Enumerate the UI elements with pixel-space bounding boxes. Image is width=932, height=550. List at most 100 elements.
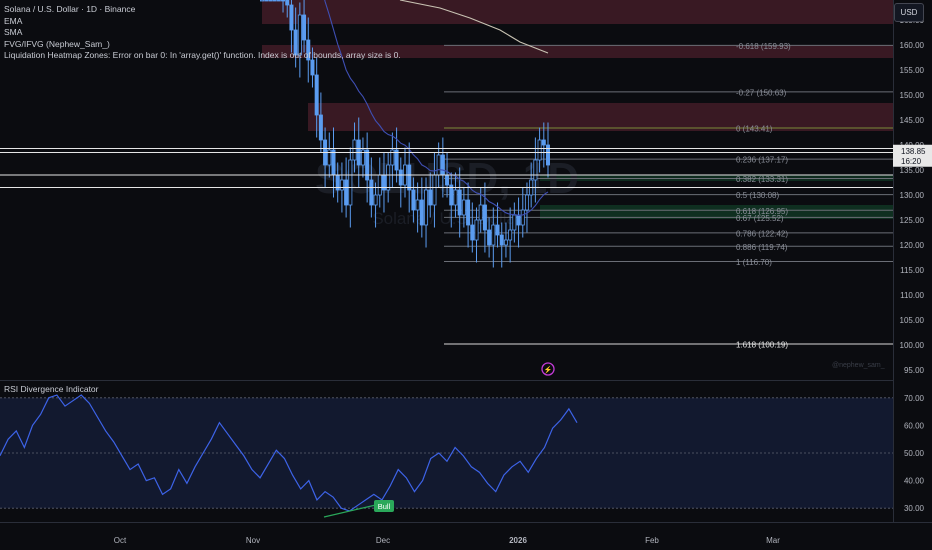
alert-icon: ⚡: [544, 365, 553, 374]
candle: [533, 159, 538, 181]
time-axis-label: Dec: [376, 536, 390, 545]
rsi-tick-label: 30.00: [904, 504, 925, 513]
candle: [516, 214, 521, 226]
price-tick-label: 95.00: [904, 366, 925, 375]
watermark-name: Solana / U.S. Dollar: [372, 209, 522, 228]
fib-level-label: -0.27 (150.63): [736, 88, 787, 97]
candle: [344, 179, 349, 206]
candle: [377, 174, 382, 196]
candle: [369, 179, 374, 206]
time-axis-label: 2026: [509, 536, 527, 545]
price-tick-label: 115.00: [900, 266, 924, 275]
fib-level-label: 1 (116.70): [736, 258, 772, 267]
rsi-indicator-title[interactable]: RSI Divergence Indicator: [4, 384, 99, 394]
price-tick-label: 100.00: [900, 341, 925, 350]
candle: [440, 154, 445, 176]
candle: [314, 74, 319, 116]
candle: [495, 224, 500, 236]
candle: [276, 0, 281, 2]
candle: [541, 139, 546, 146]
candle: [466, 199, 471, 226]
candle: [428, 189, 433, 206]
candle: [407, 164, 412, 191]
chart-legend: Solana / U.S. Dollar · 1D · Binance EMA …: [4, 4, 401, 62]
candle: [537, 139, 542, 161]
rsi-tick-label: 40.00: [904, 477, 925, 486]
candle: [419, 199, 424, 226]
countdown-label: 16:20: [901, 157, 922, 166]
candle: [339, 179, 344, 191]
price-tick-label: 110.00: [900, 291, 924, 300]
price-axis-bg: [893, 0, 932, 550]
legend-heatmap-error[interactable]: Liquidation Heatmap Zones: Error on bar …: [4, 50, 401, 62]
time-axis-label: Mar: [766, 536, 780, 545]
price-tick-label: 105.00: [900, 316, 925, 325]
candle: [499, 234, 504, 246]
author-credit: @nephew_sam_: [832, 362, 885, 369]
bull-label: Bull: [378, 502, 391, 511]
candle: [268, 0, 273, 2]
candle: [318, 114, 323, 141]
price-tick-label: 160.00: [900, 41, 925, 50]
fib-level-label: 0.886 (119.74): [736, 243, 788, 252]
fib-level-label: 0.5 (130.08): [736, 191, 779, 200]
candle: [478, 204, 483, 221]
candle: [474, 219, 479, 241]
candle: [415, 199, 420, 211]
candle: [503, 239, 508, 246]
price-tick-label: 155.00: [900, 66, 925, 75]
candle: [386, 164, 391, 191]
candle: [310, 59, 315, 76]
fib-level-label: 1.618 (100.19): [736, 341, 788, 350]
candle: [272, 0, 277, 2]
candle: [457, 189, 462, 216]
candle: [424, 189, 429, 226]
candle: [461, 199, 466, 216]
candle: [524, 194, 529, 211]
fib-level-label: 0.236 (137.17): [736, 156, 788, 165]
candle: [373, 194, 378, 206]
candle: [482, 204, 487, 231]
candle: [259, 0, 264, 2]
price-tick-label: 145.00: [900, 116, 925, 125]
time-axis-label: Feb: [645, 536, 659, 545]
candle: [508, 229, 513, 241]
candle: [491, 224, 496, 246]
fib-level-label: 0.382 (133.31): [736, 175, 788, 184]
candle: [432, 174, 437, 206]
candle: [331, 149, 336, 176]
legend-sma[interactable]: SMA: [4, 27, 401, 39]
candle: [281, 0, 286, 2]
legend-symbol[interactable]: Solana / U.S. Dollar · 1D · Binance: [4, 4, 401, 16]
current-price-label: 138.85: [901, 147, 926, 156]
fib-level-label: 0.67 (125.52): [736, 214, 784, 223]
currency-button[interactable]: USD: [894, 3, 924, 22]
price-tick-label: 125.00: [900, 216, 925, 225]
candle: [453, 189, 458, 206]
price-tick-label: 130.00: [900, 191, 925, 200]
fib-level-label: 0 (143.41): [736, 124, 773, 133]
price-tick-label: 120.00: [900, 241, 925, 250]
legend-ema[interactable]: EMA: [4, 16, 401, 28]
candle: [411, 189, 416, 211]
candle: [512, 214, 517, 231]
candle: [445, 174, 450, 186]
legend-fvg[interactable]: FVG/IFVG (Nephew_Sam_): [4, 39, 401, 51]
price-tick-label: 150.00: [900, 91, 925, 100]
candle: [520, 209, 525, 226]
fib-level-label: 0.786 (122.42): [736, 229, 788, 238]
fib-level-label: -0.618 (159.93): [736, 42, 791, 51]
price-chart[interactable]: SOLUSD, 1DSolana / U.S. Dollar-0.618 (15…: [0, 0, 932, 550]
supply-zone: [308, 103, 893, 131]
candle: [398, 169, 403, 186]
candle: [348, 159, 353, 206]
candle: [470, 224, 475, 241]
time-axis-label: Nov: [246, 536, 260, 545]
price-tick-label: 135.00: [900, 166, 925, 175]
candle: [352, 139, 357, 161]
rsi-tick-label: 50.00: [904, 449, 925, 458]
rsi-tick-label: 70.00: [904, 394, 925, 403]
time-axis-label: Oct: [114, 536, 127, 545]
candle: [436, 154, 441, 176]
candle: [487, 229, 492, 246]
